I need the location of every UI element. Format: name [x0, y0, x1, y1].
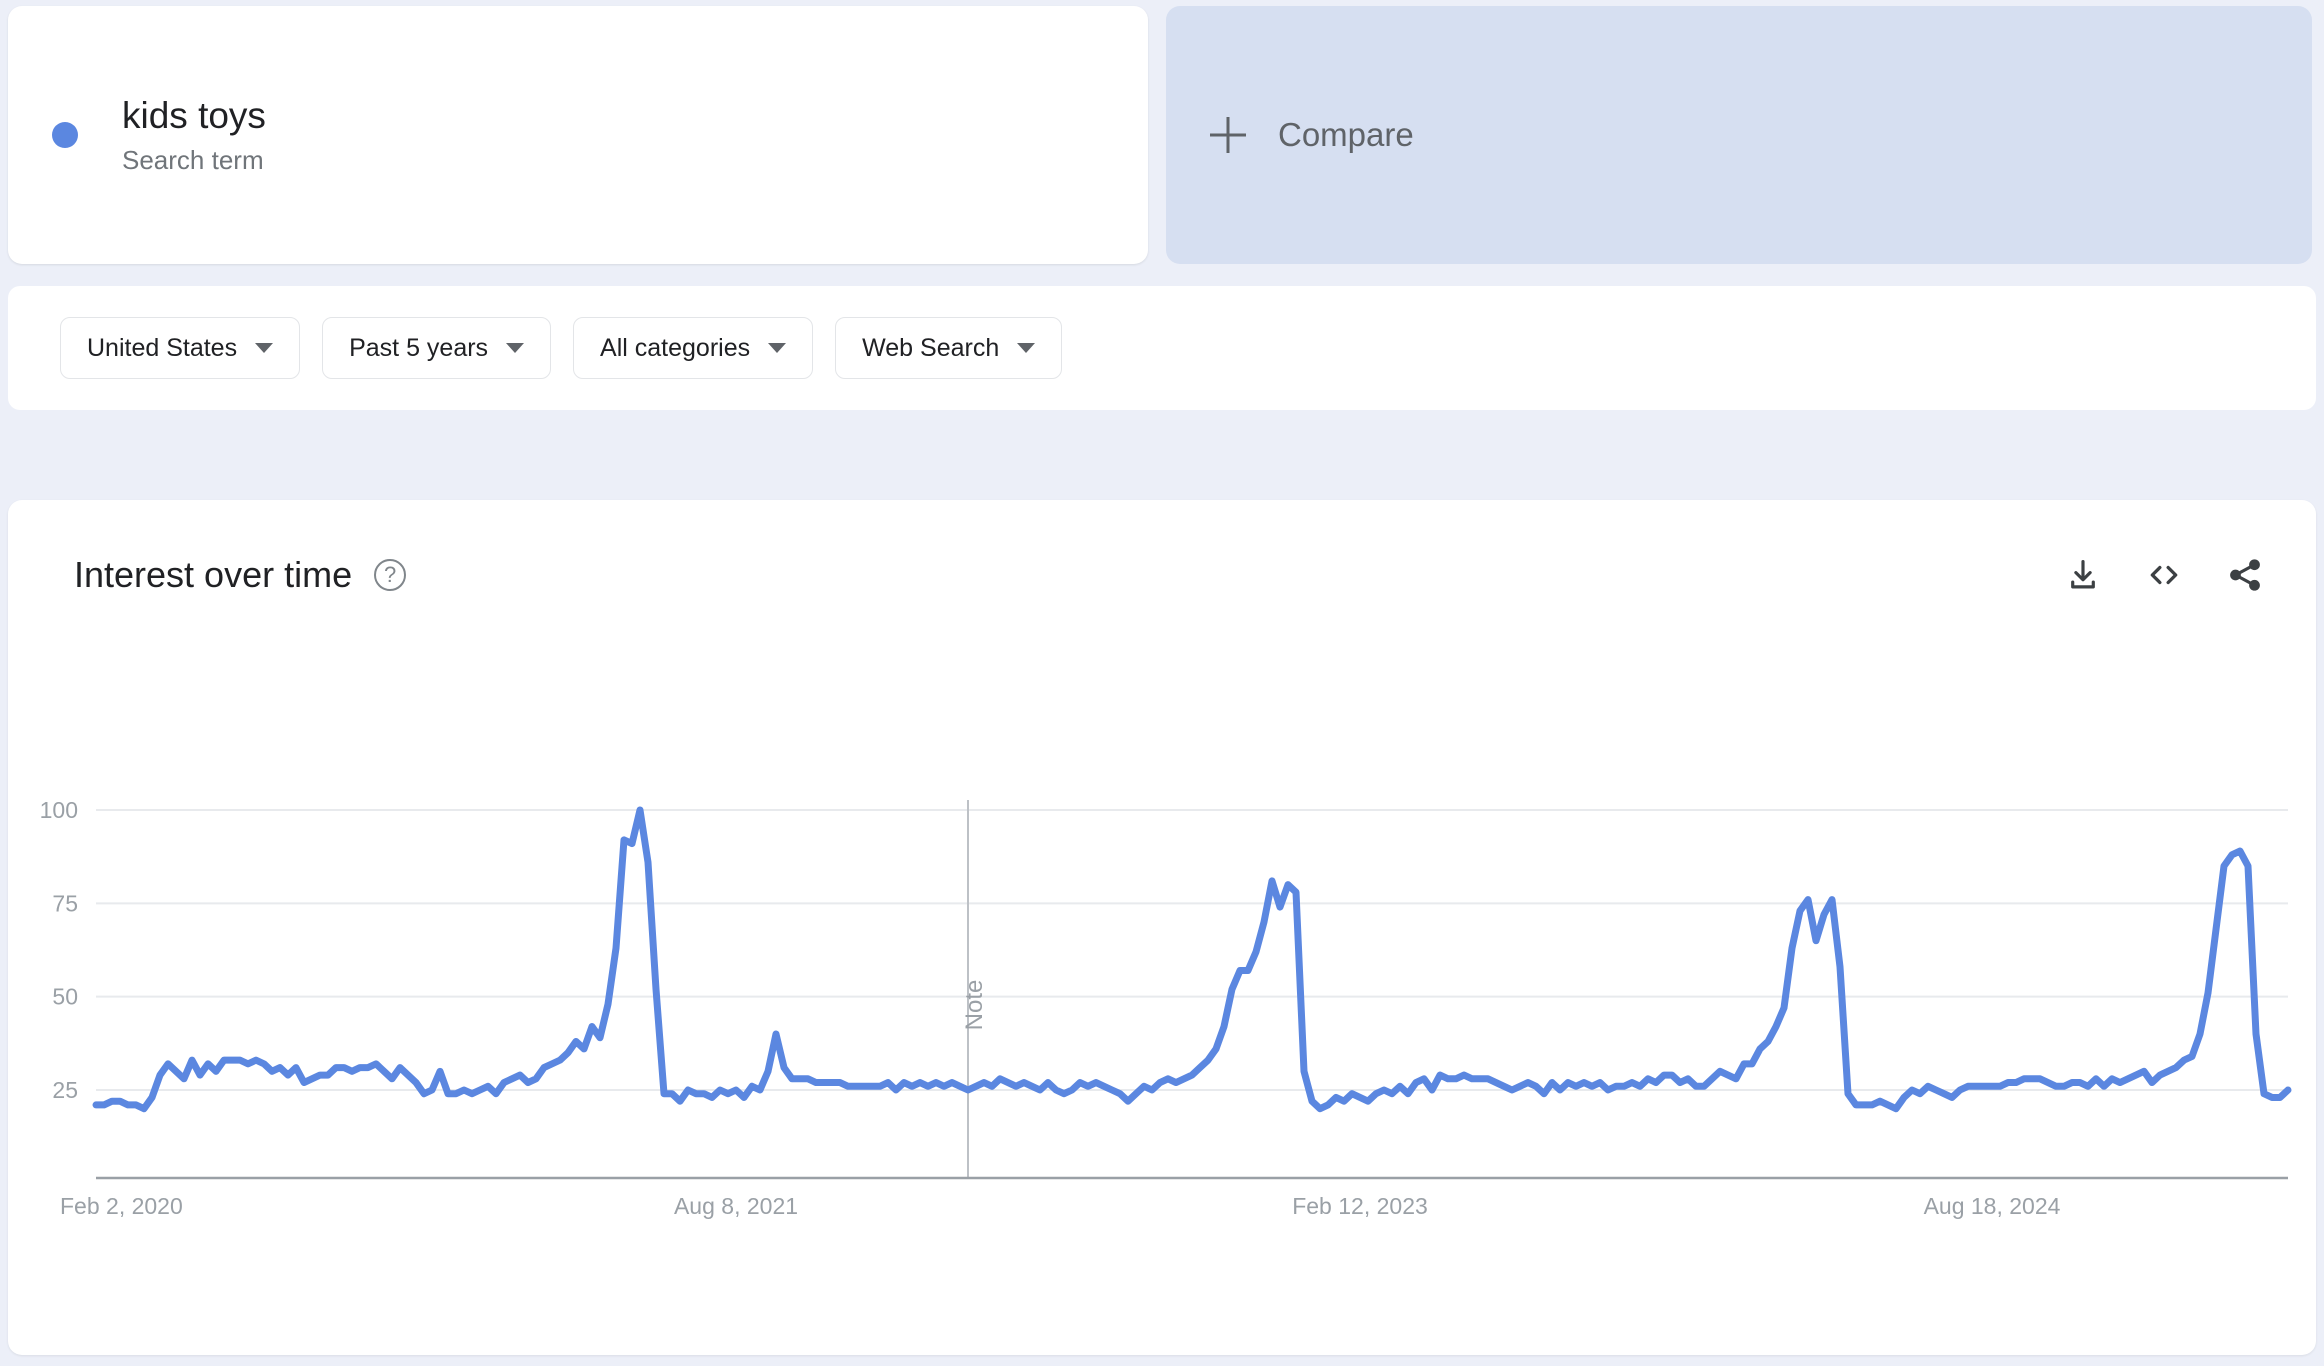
chevron-down-icon — [1017, 343, 1036, 353]
svg-text:Note: Note — [961, 980, 988, 1031]
chevron-down-icon — [506, 343, 525, 353]
chart-x-axis-labels: Feb 2, 2020 Aug 8, 2021 Feb 12, 2023 Aug 18… — [60, 1193, 2061, 1219]
chevron-down-icon — [255, 343, 274, 353]
svg-text:75: 75 — [52, 890, 78, 916]
search-terms-row: kids toys Search term Compare — [0, 0, 2324, 268]
chart-header: Interest over time ? — [8, 500, 2316, 650]
filter-search-type[interactable]: Web Search — [835, 317, 1063, 379]
svg-text:50: 50 — [52, 984, 78, 1010]
interest-over-time-card: Interest over time ? 25 50 75 100 Note F… — [8, 500, 2316, 1355]
filter-timerange-label: Past 5 years — [349, 333, 489, 362]
share-icon[interactable] — [2226, 556, 2264, 594]
svg-text:Feb 2, 2020: Feb 2, 2020 — [60, 1193, 183, 1219]
chart-note-annotation: Note — [961, 800, 988, 1178]
svg-text:Aug 8, 2021: Aug 8, 2021 — [674, 1193, 798, 1219]
help-circle-icon[interactable]: ? — [374, 559, 407, 591]
svg-text:100: 100 — [40, 797, 78, 823]
trends-page: kids toys Search term Compare United Sta… — [0, 0, 2324, 1366]
svg-text:Aug 18, 2024: Aug 18, 2024 — [1924, 1193, 2061, 1219]
filter-timerange[interactable]: Past 5 years — [322, 317, 552, 379]
download-icon[interactable] — [2064, 556, 2102, 594]
filter-category[interactable]: All categories — [573, 317, 814, 379]
chart-gridlines — [96, 809, 2288, 1091]
interest-over-time-chart[interactable]: 255075100 Note Feb 2, 2020 Aug 8, 2021 Feb… — [8, 650, 2316, 1355]
filter-search-type-label: Web Search — [862, 333, 1000, 362]
series-color-dot — [52, 122, 78, 148]
embed-code-icon[interactable] — [2144, 555, 2184, 595]
page-title: Interest over time — [74, 554, 353, 595]
chart-y-axis-labels: 25 50 75 100 — [40, 797, 78, 1103]
chart-title-group: Interest over time ? — [74, 554, 407, 596]
chart-plot-area[interactable]: 25 50 75 100 Note Feb 2, 2020 Aug 8, 2021 Feb… — [8, 650, 2316, 1355]
search-term-type: Search term — [122, 144, 264, 175]
filter-location[interactable]: United States — [60, 317, 301, 379]
search-term-card[interactable]: kids toys Search term — [8, 6, 1148, 264]
compare-label: Compare — [1278, 116, 1414, 153]
svg-text:Feb 12, 2023: Feb 12, 2023 — [1292, 1193, 1428, 1219]
search-term-label: kids toys — [122, 95, 266, 137]
filter-location-label: United States — [87, 333, 238, 362]
filter-bar: United States Past 5 years All categorie… — [8, 286, 2316, 410]
chart-actions — [2064, 555, 2264, 595]
svg-text:25: 25 — [52, 1077, 78, 1103]
plus-icon — [1206, 113, 1250, 157]
chevron-down-icon — [768, 343, 787, 353]
chart-series-line — [92, 806, 2292, 1113]
filter-category-label: All categories — [600, 333, 751, 362]
compare-button[interactable]: Compare — [1166, 6, 2312, 264]
